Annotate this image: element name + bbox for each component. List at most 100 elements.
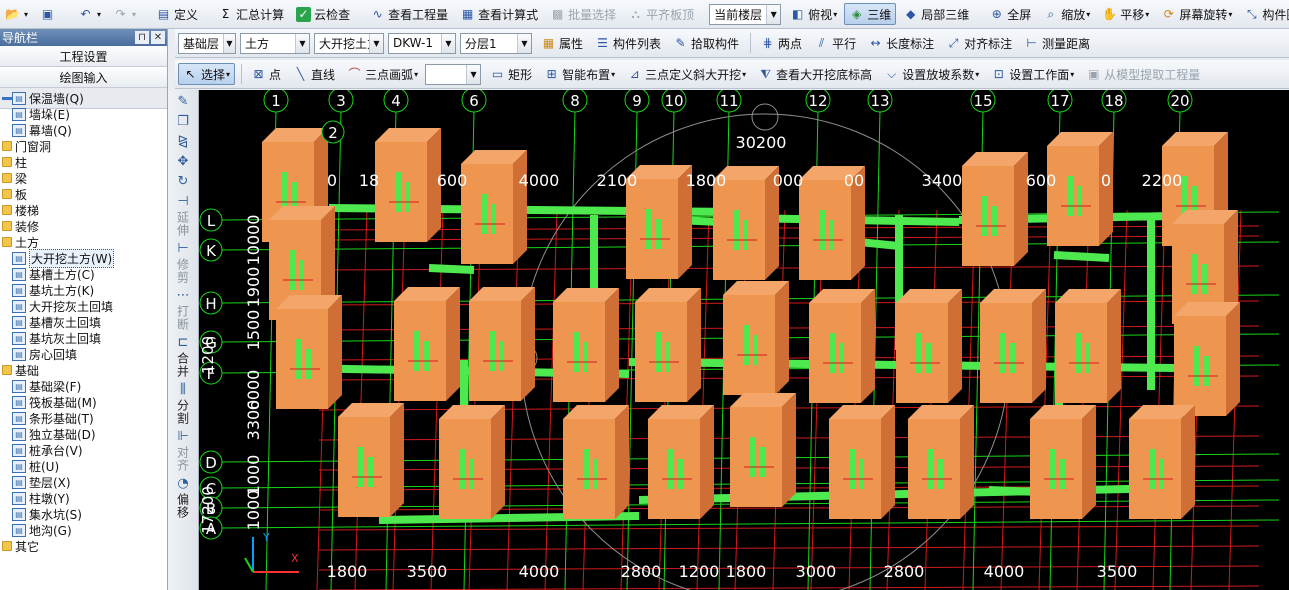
3d-scene[interactable]: 1 3 4 6 8 9 10 11 12 13 15 17 18 20LKHGFDCBA2 302000 18…: [199, 90, 1289, 590]
tree-item[interactable]: ▤ 基槽土方(C): [0, 266, 150, 282]
arc-button[interactable]: ⌒ 三点画弧 ▾: [342, 63, 423, 85]
zoom-button[interactable]: ⌕ 缩放 ▾: [1038, 3, 1095, 25]
work-face-button[interactable]: ⊡ 设置工作面 ▾: [986, 63, 1079, 85]
tree-folder[interactable]: 门窗洞: [0, 138, 150, 154]
tree-item[interactable]: ▤ 基坑土方(K): [0, 282, 150, 298]
merge-button[interactable]: ⊏ 合并: [171, 335, 195, 378]
align-button[interactable]: ⊩ 对齐: [171, 429, 195, 472]
break-button[interactable]: ⋯ 打断: [171, 288, 195, 331]
rotate-screen-button[interactable]: ⟳ 屏幕旋转 ▾: [1156, 3, 1237, 25]
tree-item[interactable]: ▤ 条形基础(T): [0, 410, 150, 426]
pick-element-button[interactable]: ✎ 拾取构件: [668, 32, 744, 54]
copy-button[interactable]: ❐: [171, 114, 195, 130]
tree-item[interactable]: ▤ 墙垛(E): [0, 106, 150, 122]
tree-item[interactable]: ▤ 柱墩(Y): [0, 490, 150, 506]
batch-select-button[interactable]: ▩ 批量选择: [545, 3, 621, 25]
fullscreen-button[interactable]: ⊕ 全屏: [984, 3, 1036, 25]
pin-icon[interactable]: ⊓: [135, 31, 149, 44]
drawing-input-button[interactable]: 绘图输入: [0, 67, 167, 88]
tree-folder[interactable]: 其它: [0, 538, 150, 554]
smart-layout-button[interactable]: ⊞ 智能布置 ▾: [539, 63, 620, 85]
tree-item[interactable]: ▤ 地沟(G): [0, 522, 150, 538]
column-stub: [469, 459, 474, 489]
sum-calc-button[interactable]: Σ 汇总计算: [213, 3, 289, 25]
save-button[interactable]: ▣: [35, 3, 63, 25]
tree-item[interactable]: ▤ 大开挖土方(W): [0, 248, 150, 268]
move-button[interactable]: ✥: [171, 154, 195, 170]
rect-button[interactable]: ▭ 矩形: [485, 63, 537, 85]
tree-item[interactable]: ▤ 幕墙(Q): [0, 122, 150, 138]
select-button[interactable]: ↖ 选择 ▾: [178, 63, 236, 85]
column-stub: [306, 349, 311, 379]
open-file-button[interactable]: 📂 ▾: [0, 3, 33, 25]
three-point-slope-button[interactable]: ⊿ 三点定义斜大开挖 ▾: [622, 63, 751, 85]
split-button[interactable]: ⫼ 分割: [171, 382, 195, 425]
properties-button[interactable]: ▦ 属性: [536, 32, 588, 54]
extend-button[interactable]: ⊣ 延伸: [171, 194, 195, 237]
project-settings-button[interactable]: 工程设置: [0, 46, 167, 67]
tree-item[interactable]: ▤ 保温墙(Q): [0, 90, 150, 106]
category-select[interactable]: 土方 ▼: [240, 32, 310, 54]
local-3d-button[interactable]: ◆ 局部三维: [898, 3, 974, 25]
align-slab-top-button[interactable]: ⛬ 平齐板顶: [623, 3, 699, 25]
tree-item[interactable]: ▤ 基槽灰土回填: [0, 314, 150, 330]
folder-icon: [2, 237, 12, 247]
folder-icon: [2, 541, 12, 551]
chevron-down-icon: ▼: [223, 33, 235, 53]
3d-view-button[interactable]: ◈ 三维: [844, 3, 897, 25]
tree-item[interactable]: ▤ 房心回填: [0, 346, 150, 362]
top-view-button[interactable]: ◧ 俯视 ▾: [785, 3, 842, 25]
element-name-select[interactable]: DKW-1 ▼: [388, 32, 456, 54]
local-3d-label: 局部三维: [921, 7, 970, 22]
tree-folder[interactable]: 柱: [0, 154, 150, 170]
floor-select[interactable]: 当前楼层 ▼: [709, 3, 782, 25]
brush-button[interactable]: ✎: [171, 94, 195, 110]
tree-folder[interactable]: 板: [0, 186, 150, 202]
view-formula-button[interactable]: ▦ 查看计算式: [455, 3, 543, 25]
tree-item[interactable]: ▤ 垫层(X): [0, 474, 150, 490]
sublayer-select[interactable]: 分层1 ▼: [460, 32, 532, 54]
slope-coefficient-button[interactable]: ⌵ 设置放坡系数 ▾: [879, 63, 984, 85]
bottom-elevation-button[interactable]: ⧨ 查看大开挖底标高: [753, 63, 877, 85]
close-icon[interactable]: ✕: [151, 31, 165, 44]
redo-button[interactable]: ↷ ▾: [108, 3, 141, 25]
line-button[interactable]: ╲ 直线: [288, 63, 340, 85]
tree-item[interactable]: ▤ 集水坑(S): [0, 506, 150, 522]
tree-item[interactable]: ▤ 独立基础(D): [0, 426, 150, 442]
tree-folder[interactable]: 梁: [0, 170, 150, 186]
mirror-button[interactable]: ⧎: [171, 134, 195, 150]
element-type-select[interactable]: 大开挖土方▼: [314, 32, 384, 54]
tree-item[interactable]: ▤ 筏板基础(M): [0, 394, 150, 410]
tree-folder[interactable]: 楼梯: [0, 202, 150, 218]
element-type-icon: ▤: [12, 491, 26, 505]
point-button[interactable]: ⊠ 点: [246, 63, 286, 85]
length-dimension-button[interactable]: ↔ 长度标注: [863, 32, 939, 54]
tree-item[interactable]: ▤ 基础梁(F): [0, 378, 150, 394]
tree-item[interactable]: ▤ 桩(U): [0, 458, 150, 474]
element-display-button[interactable]: ⤡ 构件图元显示: [1239, 3, 1289, 25]
arc-value-input[interactable]: ▼: [425, 63, 482, 85]
two-points-button[interactable]: ⋕ 两点: [755, 32, 807, 54]
tree-folder[interactable]: 基础: [0, 362, 150, 378]
trim-button[interactable]: ⊢ 修剪: [171, 241, 195, 284]
tree-item[interactable]: ▤ 基坑灰土回填: [0, 330, 150, 346]
element-list-button[interactable]: ☰ 构件列表: [590, 32, 666, 54]
undo-button[interactable]: ↶ ▾: [73, 3, 106, 25]
parallel-button[interactable]: ⫽ 平行: [809, 32, 861, 54]
offset-button[interactable]: ◔ 偏移: [171, 476, 195, 519]
extract-quantity-button[interactable]: ▣ 从模型提取工程量: [1081, 63, 1205, 85]
tree-item[interactable]: ▤ 大开挖灰土回填: [0, 298, 150, 314]
aligned-dimension-button[interactable]: ⤢ 对齐标注: [941, 32, 1017, 54]
measure-distance-button[interactable]: ⊢ 测量距离: [1019, 32, 1095, 54]
rotate-button[interactable]: ↻: [171, 174, 195, 190]
3d-drawing-canvas[interactable]: 1 3 4 6 8 9 10 11 12 13 15 17 18 20 L K H G F D C B A 2 30200 0 18…: [199, 90, 1289, 590]
tree-item[interactable]: ▤ 桩承台(V): [0, 442, 150, 458]
layer-select[interactable]: 基础层 ▼: [178, 32, 236, 54]
view-quantity-button[interactable]: ∿ 查看工程量: [365, 3, 453, 25]
pan-button[interactable]: ✋ 平移 ▾: [1097, 3, 1154, 25]
tree-folder[interactable]: 装修: [0, 218, 150, 234]
cloud-check-button[interactable]: ✓ 云检查: [291, 3, 355, 25]
view-formula-label: 查看计算式: [478, 7, 539, 22]
element-type-icon: ▤: [12, 251, 26, 265]
define-button[interactable]: ▤ 定义: [151, 3, 203, 25]
